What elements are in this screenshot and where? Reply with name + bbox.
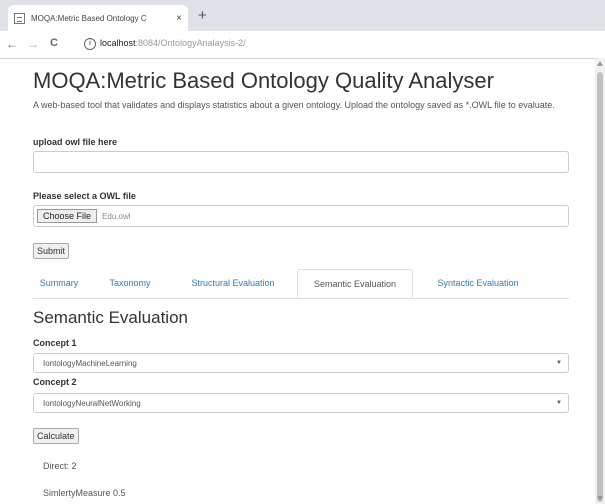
- back-icon[interactable]: ←: [6, 37, 18, 51]
- chevron-down-icon: ▼: [556, 360, 562, 366]
- concept1-value: IontologyMachineLearning: [43, 358, 137, 368]
- url-input[interactable]: i localhost:8084/OntologyAnalaysis-2/: [78, 35, 596, 54]
- choose-file-button[interactable]: Choose File: [37, 209, 98, 223]
- tab-semantic-evaluation[interactable]: Semantic Evaluation: [297, 269, 413, 298]
- chevron-down-icon: ▼: [556, 400, 562, 406]
- concept1-label: Concept 1: [33, 338, 77, 348]
- upload-owl-input[interactable]: [33, 151, 569, 173]
- section-heading: Semantic Evaluation: [33, 308, 188, 327]
- owl-file-picker: Choose File Edu.owl: [33, 205, 569, 227]
- reload-icon[interactable]: C: [50, 37, 58, 49]
- url-text: localhost:8084/OntologyAnalaysis-2/: [100, 38, 246, 48]
- address-bar: ← → C i localhost:8084/OntologyAnalaysis…: [0, 31, 605, 59]
- tab-taxonomy[interactable]: Taxonomy: [100, 269, 160, 297]
- tab-syntactic-evaluation[interactable]: Syntactic Evaluation: [417, 269, 539, 297]
- tab-structural-evaluation[interactable]: Structural Evaluation: [173, 269, 293, 297]
- browser-tab-title: MOQA:Metric Based Ontology C: [31, 13, 147, 23]
- select-owl-label: Please select a OWL file: [33, 191, 136, 201]
- direct-result: Direct: 2: [43, 461, 77, 471]
- info-icon[interactable]: i: [84, 38, 96, 50]
- browser-tab-bar: MOQA:Metric Based Ontology C × +: [0, 0, 605, 31]
- similarity-result: SimlertyMeasure 0.5: [43, 488, 126, 498]
- scroll-up-icon[interactable]: [597, 61, 603, 66]
- submit-button[interactable]: Submit: [33, 243, 70, 259]
- concept2-select[interactable]: IontologyNeuralNetWorking ▼: [33, 393, 569, 413]
- concept2-label: Concept 2: [33, 377, 77, 387]
- tab-summary[interactable]: Summary: [33, 269, 85, 297]
- concept2-value: IontologyNeuralNetWorking: [43, 398, 141, 408]
- evaluation-tabs: Summary Taxonomy Structural Evaluation S…: [33, 269, 569, 299]
- concept1-select[interactable]: IontologyMachineLearning ▼: [33, 353, 569, 373]
- upload-label: upload owl file here: [33, 137, 118, 147]
- forward-icon[interactable]: →: [27, 37, 39, 51]
- new-tab-icon[interactable]: +: [198, 7, 207, 24]
- calculate-button[interactable]: Calculate: [33, 428, 79, 444]
- page-description: A web-based tool that validates and disp…: [33, 100, 555, 110]
- close-tab-icon[interactable]: ×: [176, 13, 182, 24]
- scrollbar-thumb[interactable]: [597, 72, 603, 502]
- page-favicon-icon: [14, 12, 25, 24]
- page-title: MOQA:Metric Based Ontology Quality Analy…: [33, 68, 494, 93]
- selected-filename: Edu.owl: [102, 211, 131, 221]
- scroll-down-icon[interactable]: [597, 496, 603, 501]
- browser-tab[interactable]: MOQA:Metric Based Ontology C ×: [8, 5, 188, 31]
- page-scrollbar[interactable]: [595, 58, 605, 504]
